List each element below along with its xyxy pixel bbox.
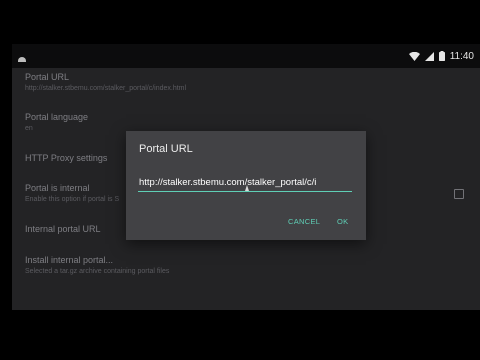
signal-icon [424, 51, 434, 61]
ok-button[interactable]: OK [337, 217, 348, 226]
clock: 11:40 [449, 50, 474, 62]
status-bar: 11:40 [12, 44, 480, 68]
portal-url-input[interactable] [138, 175, 352, 192]
battery-icon [438, 51, 445, 61]
notification-icon [18, 51, 26, 62]
wifi-icon [408, 51, 420, 61]
dialog-title: Portal URL [139, 143, 193, 155]
status-icons: 11:40 [408, 49, 474, 63]
portal-url-dialog: Portal URL CANCEL OK [126, 131, 366, 240]
cancel-button[interactable]: CANCEL [288, 217, 320, 226]
